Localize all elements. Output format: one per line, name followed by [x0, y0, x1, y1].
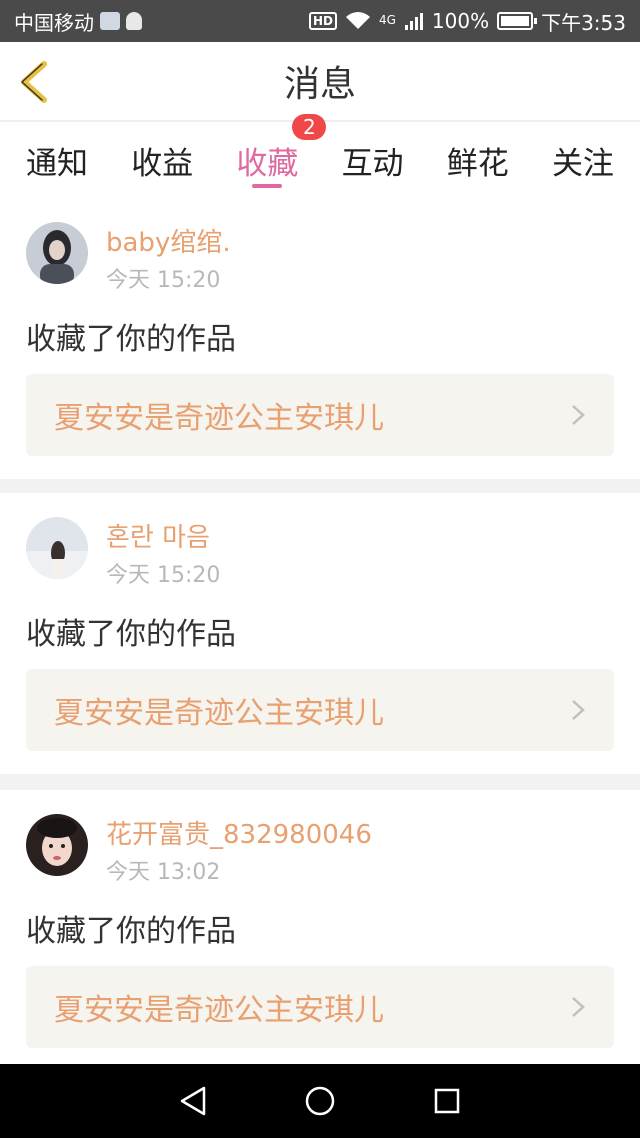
clock: 下午3:53 [541, 10, 626, 35]
avatar[interactable] [26, 814, 88, 876]
work-link[interactable]: 夏安安是奇迹公主安琪儿 [26, 669, 614, 751]
chevron-right-icon [572, 700, 585, 720]
unread-badge: 2 [292, 114, 327, 140]
tab-follows[interactable]: 关注 [552, 122, 614, 198]
timestamp: 今天 15:20 [106, 563, 221, 588]
tab-favorites[interactable]: 收藏 2 [236, 114, 327, 198]
work-title: 夏安安是奇迹公主安琪儿 [54, 696, 384, 731]
action-text: 收藏了你的作品 [26, 617, 236, 652]
circle-home-icon [305, 1086, 335, 1116]
page-title: 消息 [283, 64, 356, 105]
action-text: 收藏了你的作品 [26, 914, 236, 949]
username[interactable]: baby绾绾. [106, 222, 231, 259]
timestamp: 今天 13:02 [106, 860, 221, 885]
app-notification-icon [100, 12, 120, 30]
avatar[interactable] [26, 517, 88, 579]
system-nav-bar [0, 1064, 640, 1138]
timestamp: 今天 15:20 [106, 268, 221, 293]
tab-label: 互动 [341, 145, 404, 182]
action-text: 收藏了你的作品 [26, 322, 236, 357]
active-tab-indicator [252, 184, 283, 188]
battery-icon [497, 12, 538, 30]
tab-bar: 通知 收益 收藏 2 互动 鲜花 关注 [0, 114, 640, 198]
tab-label: 鲜花 [446, 145, 509, 182]
battery-percent: 100% [431, 9, 490, 33]
signal-icon [404, 13, 423, 30]
nav-back-button[interactable] [173, 1081, 213, 1121]
tab-label: 通知 [26, 145, 88, 182]
work-title: 夏安安是奇迹公主安琪儿 [54, 401, 384, 436]
tab-flowers[interactable]: 鲜花 [447, 122, 509, 198]
nav-home-button[interactable] [300, 1081, 340, 1121]
work-link[interactable]: 夏安安是奇迹公主安琪儿 [26, 374, 614, 456]
work-link[interactable]: 夏安安是奇迹公主安琪儿 [26, 966, 614, 1048]
square-recents-icon [434, 1088, 459, 1114]
nav-recents-button[interactable] [427, 1081, 467, 1121]
wifi-icon [345, 12, 370, 29]
tab-label: 收益 [131, 145, 194, 182]
message-card: 혼란 마음 今天 15:20 收藏了你的作品 夏安安是奇迹公主安琪儿 [0, 493, 640, 774]
qq-notification-icon [126, 12, 142, 30]
chevron-right-icon [572, 405, 585, 425]
tab-label: 关注 [551, 145, 614, 182]
work-title: 夏安安是奇迹公主安琪儿 [54, 993, 384, 1028]
tab-interactions[interactable]: 互动 [342, 122, 404, 198]
username[interactable]: 혼란 마음 [106, 517, 210, 554]
triangle-back-icon [181, 1086, 206, 1116]
carrier-label: 中国移动 [14, 10, 94, 35]
status-bar: 中国移动 HD 4G 100% 下午3:53 [0, 0, 640, 42]
tab-label: 收藏 [236, 145, 299, 182]
network-type-label: 4G [378, 12, 396, 27]
chevron-right-icon [572, 997, 585, 1017]
username[interactable]: 花开富贵_832980046 [106, 814, 372, 851]
message-card: baby绾绾. 今天 15:20 收藏了你的作品 夏安安是奇迹公主安琪儿 [0, 198, 640, 479]
back-button[interactable] [14, 58, 54, 106]
chevron-left-icon [21, 61, 47, 103]
tab-notifications[interactable]: 通知 [26, 122, 88, 198]
avatar[interactable] [26, 222, 88, 284]
app-header: 消息 [0, 42, 640, 122]
message-card: 花开富贵_832980046 今天 13:02 收藏了你的作品 夏安安是奇迹公主… [0, 790, 640, 1064]
hd-icon: HD [308, 12, 337, 30]
tab-earnings[interactable]: 收益 [131, 122, 193, 198]
